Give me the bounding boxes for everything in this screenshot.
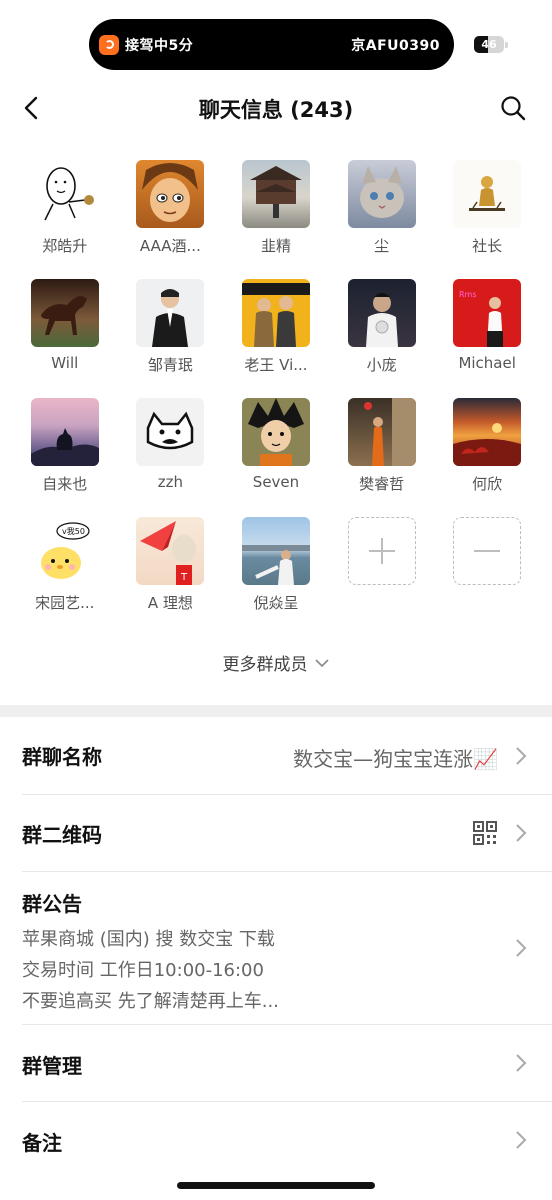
- member-item[interactable]: Seven: [223, 398, 329, 494]
- member-item[interactable]: 尘: [329, 160, 435, 256]
- member-name: A 理想: [147, 594, 193, 612]
- member-name: AAA酒...: [139, 237, 201, 255]
- battery-icon: 46: [474, 36, 508, 53]
- live-activity-island[interactable]: 接驾中5分 京AFU0390: [89, 19, 454, 70]
- group-notice-row[interactable]: 群公告 苹果商城 (国内) 搜 数交宝 下载 交易时间 工作日10:00-16:…: [0, 872, 552, 1025]
- ride-status-text: 接驾中5分: [125, 37, 194, 54]
- more-members-link[interactable]: 更多群成员: [0, 650, 552, 675]
- svg-text:v我50: v我50: [62, 526, 85, 536]
- member-item[interactable]: 自来也: [12, 398, 118, 494]
- remark-row[interactable]: 备注: [0, 1102, 552, 1178]
- notice-line: 苹果商城 (国内) 搜 数交宝 下载: [22, 929, 275, 950]
- didi-app-icon: [99, 34, 119, 55]
- avatar: [241, 279, 310, 347]
- member-name: Seven: [252, 473, 300, 491]
- chevron-right-icon: [516, 824, 527, 842]
- member-name: 倪焱呈: [253, 594, 299, 612]
- chevron-right-icon: [516, 939, 527, 957]
- member-name: 社长: [472, 237, 503, 255]
- member-item[interactable]: Will: [12, 279, 118, 375]
- member-item[interactable]: zzh: [118, 398, 224, 494]
- avatar: [30, 398, 99, 466]
- search-icon[interactable]: [499, 94, 527, 122]
- avatar: [347, 398, 416, 466]
- avatar: [347, 279, 416, 347]
- notice-line: 交易时间 工作日10:00-16:00: [22, 960, 264, 981]
- member-name: 自来也: [42, 475, 88, 493]
- member-name: Will: [51, 354, 79, 372]
- avatar: [136, 160, 205, 228]
- member-item[interactable]: 社长: [434, 160, 540, 256]
- member-item[interactable]: 何欣: [434, 398, 540, 494]
- chevron-right-icon: [516, 1131, 527, 1149]
- add-member-button[interactable]: [329, 517, 435, 613]
- member-item[interactable]: 邹青珉: [118, 279, 224, 375]
- group-notice-label: 群公告: [22, 892, 82, 916]
- qr-code-icon: [473, 821, 497, 845]
- member-item[interactable]: 樊睿哲: [329, 398, 435, 494]
- member-item[interactable]: 韭精: [223, 160, 329, 256]
- group-manage-row[interactable]: 群管理: [0, 1025, 552, 1102]
- member-name: 宋园艺...: [35, 594, 95, 612]
- group-qr-row[interactable]: 群二维码: [0, 795, 552, 872]
- minus-icon: [474, 550, 501, 552]
- avatar: [241, 160, 310, 228]
- chevron-right-icon: [516, 1054, 527, 1072]
- avatar: [241, 517, 310, 585]
- group-name-value: 数交宝—狗宝宝连涨📈: [293, 747, 498, 771]
- license-plate-text: 京AFU0390: [351, 37, 440, 54]
- member-item[interactable]: T A 理想: [118, 517, 224, 613]
- section-divider: [0, 705, 552, 717]
- page-title: 聊天信息 (243): [198, 98, 354, 122]
- member-name: Michael: [458, 354, 516, 372]
- avatar: [136, 279, 205, 347]
- svg-text:T: T: [180, 572, 188, 583]
- avatar: [30, 279, 99, 347]
- battery-level: 46: [481, 38, 497, 51]
- svg-text:Rms: Rms: [459, 290, 477, 299]
- avatar: [30, 160, 99, 228]
- avatar: [453, 398, 522, 466]
- group-qr-label: 群二维码: [22, 823, 102, 847]
- avatar: [241, 398, 310, 466]
- avatar: Rms: [453, 279, 522, 347]
- remove-member-button[interactable]: [434, 517, 540, 613]
- group-name-label: 群聊名称: [22, 745, 102, 769]
- member-item[interactable]: 倪焱呈: [223, 517, 329, 613]
- member-item[interactable]: 郑皓升: [12, 160, 118, 256]
- avatar: T: [136, 517, 205, 585]
- group-name-row[interactable]: 群聊名称 数交宝—狗宝宝连涨📈: [0, 717, 552, 795]
- member-name: 邹青珉: [147, 356, 193, 374]
- plus-icon: [368, 538, 395, 564]
- member-name: 樊睿哲: [359, 475, 405, 493]
- member-name: 小庞: [366, 356, 397, 374]
- member-item[interactable]: v我50 宋园艺...: [12, 517, 118, 613]
- avatar: v我50: [30, 517, 99, 585]
- member-grid: 郑皓升 AAA酒... 韭精 尘 社长 Will 邹青珉 老王 Vi... 小庞…: [12, 160, 540, 613]
- avatar: [136, 398, 205, 466]
- home-indicator[interactable]: [177, 1182, 375, 1189]
- avatar: [453, 160, 522, 228]
- chevron-down-icon: [314, 658, 329, 667]
- notice-line: 不要追高买 先了解清楚再上车...: [22, 991, 279, 1012]
- group-manage-label: 群管理: [22, 1054, 82, 1078]
- member-item[interactable]: 老王 Vi...: [223, 279, 329, 375]
- nav-bar: 聊天信息 (243): [0, 84, 552, 132]
- member-name: 尘: [374, 237, 390, 255]
- remark-label: 备注: [22, 1131, 62, 1155]
- member-item[interactable]: AAA酒...: [118, 160, 224, 256]
- avatar: [347, 160, 416, 228]
- more-members-label: 更多群成员: [222, 655, 308, 675]
- member-name: zzh: [157, 473, 184, 491]
- member-item[interactable]: Rms Michael: [434, 279, 540, 375]
- chat-info-screen: 接驾中5分 京AFU0390 46 聊天信息 (243) 郑皓升 AAA酒...…: [0, 0, 552, 1200]
- member-name: 郑皓升: [42, 237, 88, 255]
- member-name: 何欣: [472, 475, 503, 493]
- member-name: 韭精: [260, 237, 291, 255]
- member-name: 老王 Vi...: [244, 356, 308, 374]
- chevron-right-icon: [516, 747, 527, 765]
- member-item[interactable]: 小庞: [329, 279, 435, 375]
